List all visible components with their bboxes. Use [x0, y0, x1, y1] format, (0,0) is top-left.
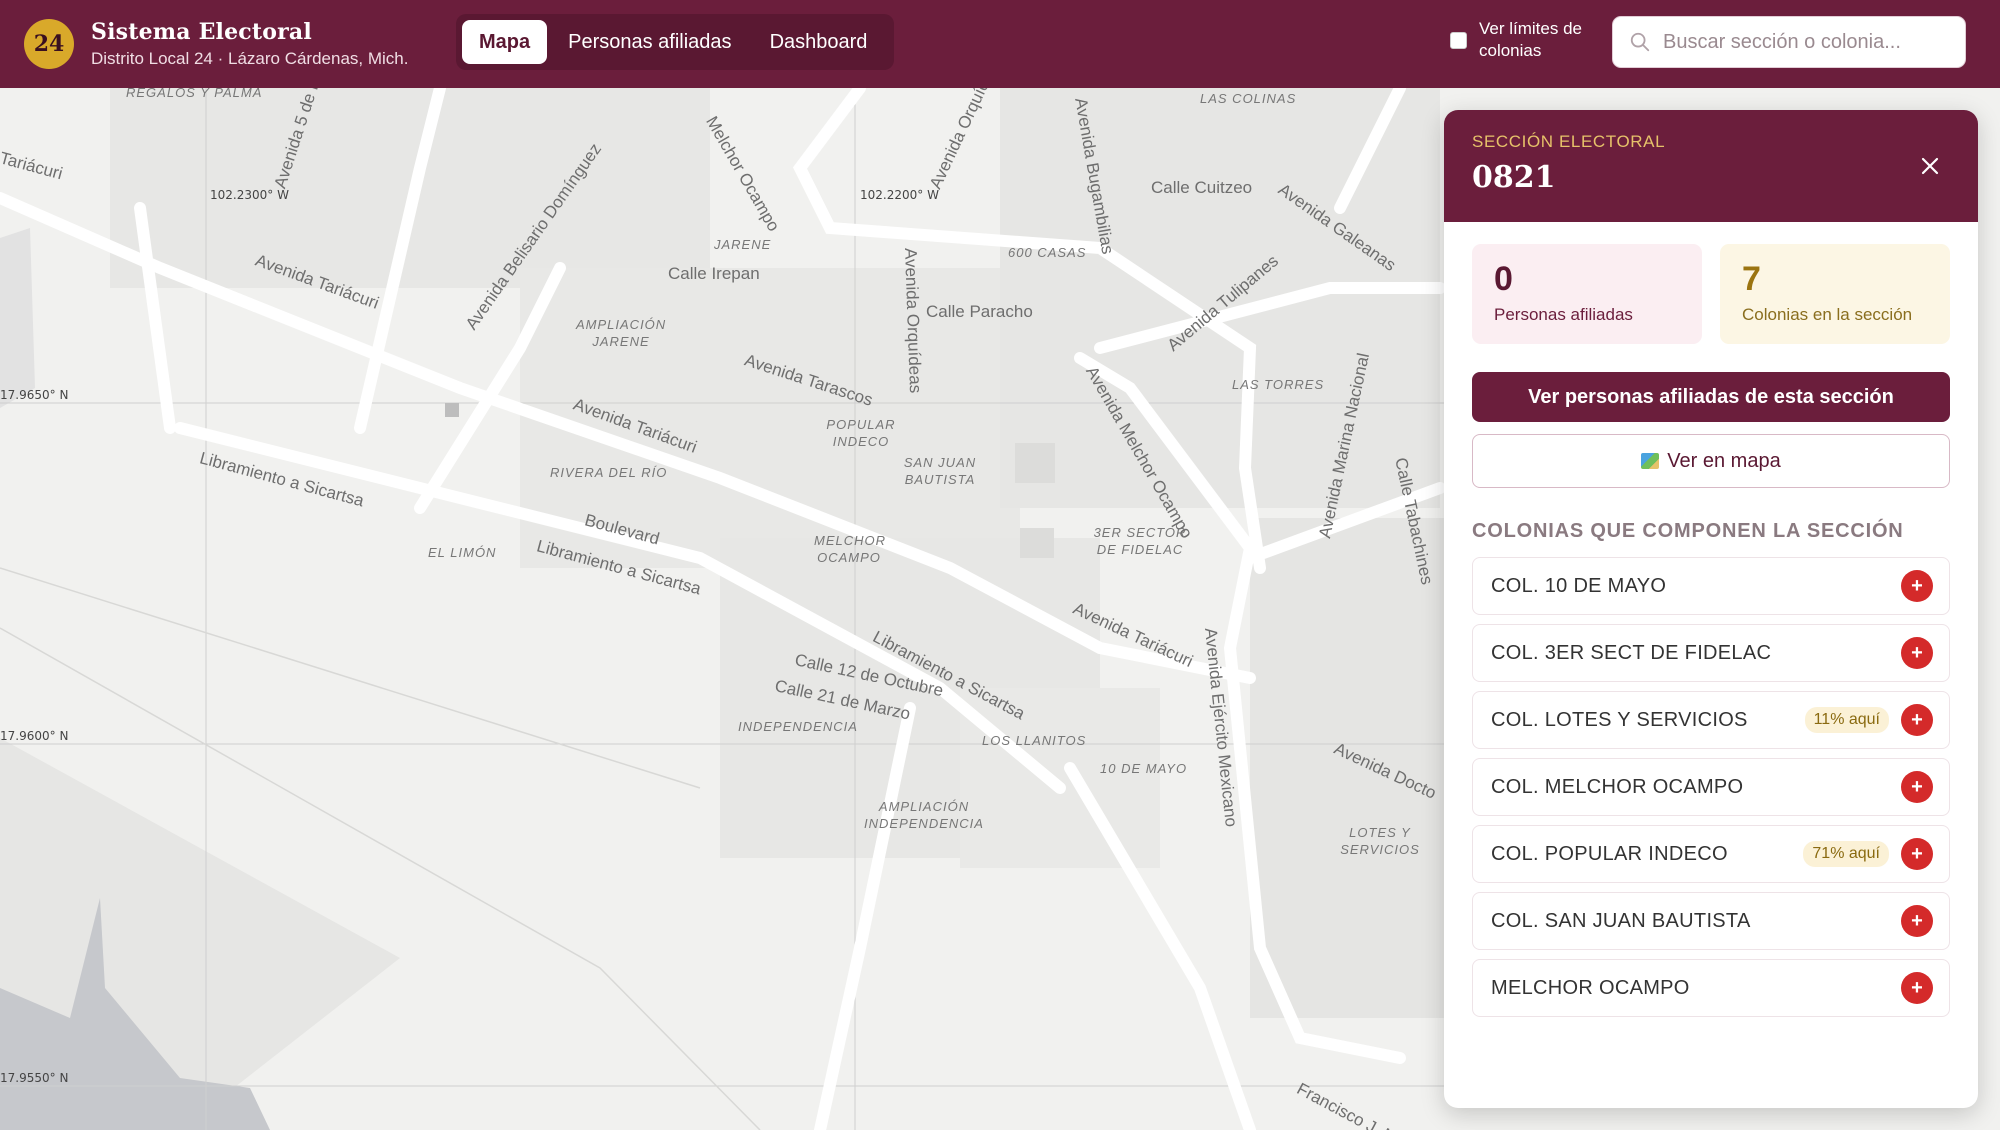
top-bar: 24 Sistema Electoral Distrito Local 24 ·…: [0, 0, 2000, 88]
add-colonia-button[interactable]: +: [1901, 972, 1933, 1004]
stat-affiliated-label: Personas afiliadas: [1494, 305, 1633, 324]
add-colonia-button[interactable]: +: [1901, 704, 1933, 736]
colony-limits-label: Ver límites de colonias: [1479, 18, 1582, 62]
street-label: Calle Paracho: [926, 302, 1033, 321]
add-colonia-button[interactable]: +: [1901, 637, 1933, 669]
colonia-name: COL. MELCHOR OCAMPO: [1491, 775, 1744, 798]
place-label: AMPLIACIÓN JARENE: [576, 317, 667, 349]
map-icon: [1641, 453, 1660, 469]
place-label: JARENE: [714, 237, 772, 252]
lat-label-2: 17.9600° N: [0, 729, 69, 743]
place-label: EL LIMÓN: [428, 545, 497, 560]
stat-colonias-value: 7: [1742, 260, 1761, 298]
tab-mapa[interactable]: Mapa: [462, 20, 548, 64]
place-label: LAS COLINAS: [1200, 91, 1297, 106]
district-badge: 24: [24, 19, 74, 69]
add-colonia-button[interactable]: +: [1901, 570, 1933, 602]
place-label: SAN JUAN BAUTISTA: [903, 455, 977, 487]
colony-limits-checkbox[interactable]: [1450, 31, 1467, 49]
colonia-item[interactable]: COL. 10 DE MAYO +: [1472, 557, 1950, 615]
street-label: Calle Cuitzeo: [1151, 178, 1253, 197]
colonia-item[interactable]: COL. POPULAR INDECO 71% aquí +: [1472, 825, 1950, 883]
panel-header: SECCIÓN ELECTORAL 0821: [1444, 110, 1978, 222]
search-icon: [1630, 32, 1650, 52]
colonia-name: COL. 10 DE MAYO: [1491, 574, 1667, 597]
colonias-list: COL. 10 DE MAYO + COL. 3ER SECT DE FIDEL…: [1472, 557, 1950, 1017]
colonia-name: MELCHOR OCAMPO: [1491, 976, 1690, 999]
colony-limits-label-line2: colonias: [1479, 41, 1542, 60]
colonia-name: COL. 3ER SECT DE FIDELAC: [1491, 641, 1772, 664]
colony-limits-toggle[interactable]: Ver límites de colonias: [1450, 18, 1582, 62]
place-label: LOTES Y SERVICIOS: [1340, 825, 1420, 857]
place-label: RIVERA DEL RÍO: [550, 465, 668, 480]
colonias-heading: COLONIAS QUE COMPONEN LA SECCIÓN: [1472, 520, 1904, 542]
panel-eyebrow: SECCIÓN ELECTORAL: [1472, 132, 1666, 151]
app-subtitle: Distrito Local 24 · Lázaro Cárdenas, Mic…: [91, 49, 409, 68]
colonia-item[interactable]: COL. MELCHOR OCAMPO +: [1472, 758, 1950, 816]
place-label: LAS TORRES: [1232, 377, 1325, 392]
colony-limits-label-line1: Ver límites de: [1479, 19, 1582, 38]
close-icon[interactable]: [1918, 154, 1942, 178]
tab-personas-afiliadas[interactable]: Personas afiliadas: [551, 20, 748, 64]
lat-label-3: 17.9550° N: [0, 1071, 69, 1085]
section-number: 0821: [1472, 160, 1556, 195]
lon-label-1: 102.2300° W: [210, 188, 289, 202]
colonia-item[interactable]: MELCHOR OCAMPO +: [1472, 959, 1950, 1017]
section-detail-panel: SECCIÓN ELECTORAL 0821 0 Personas afilia…: [1444, 110, 1978, 1108]
search-placeholder: Buscar sección o colonia...: [1663, 30, 1901, 53]
colonia-item[interactable]: COL. 3ER SECT DE FIDELAC +: [1472, 624, 1950, 682]
stat-affiliated: 0 Personas afiliadas: [1472, 244, 1702, 344]
stat-colonias-label: Colonias en la sección: [1742, 305, 1913, 324]
colonia-name: COL. SAN JUAN BAUTISTA: [1491, 909, 1751, 932]
place-label: MELCHOR OCAMPO: [814, 533, 887, 565]
add-colonia-button[interactable]: +: [1901, 838, 1933, 870]
add-colonia-button[interactable]: +: [1901, 771, 1933, 803]
lon-label-2: 102.2200° W: [860, 188, 939, 202]
place-label: REGALOS Y PALMA: [126, 88, 263, 100]
place-label: INDEPENDENCIA: [738, 719, 858, 734]
place-label: 600 CASAS: [1008, 245, 1087, 260]
colonia-item[interactable]: COL. SAN JUAN BAUTISTA +: [1472, 892, 1950, 950]
search-input[interactable]: Buscar sección o colonia...: [1612, 16, 1966, 68]
place-label: LOS LLANITOS: [982, 733, 1087, 748]
place-label: POPULAR INDECO: [826, 417, 896, 449]
view-on-map-label: Ver en mapa: [1667, 449, 1781, 472]
colonia-item[interactable]: COL. LOTES Y SERVICIOS 11% aquí +: [1472, 691, 1950, 749]
place-label: 10 DE MAYO: [1100, 761, 1188, 776]
lat-label-1: 17.9650° N: [0, 388, 69, 402]
stat-colonias: 7 Colonias en la sección: [1720, 244, 1950, 344]
share-badge: 71% aquí: [1803, 841, 1889, 867]
main-nav: Mapa Personas afiliadas Dashboard: [456, 14, 895, 70]
colonia-name: COL. LOTES Y SERVICIOS: [1491, 708, 1748, 731]
place-label: 3ER SECTOR DE FIDELAC: [1093, 525, 1187, 557]
share-badge: 11% aquí: [1804, 707, 1889, 733]
stats-row: 0 Personas afiliadas 7 Colonias en la se…: [1444, 222, 1978, 344]
street-label: Calle Irepan: [668, 264, 760, 283]
tab-dashboard[interactable]: Dashboard: [753, 20, 885, 64]
brand: Sistema Electoral Distrito Local 24 · Lá…: [91, 19, 408, 69]
colonia-name: COL. POPULAR INDECO: [1491, 842, 1728, 865]
view-on-map-button[interactable]: Ver en mapa: [1472, 434, 1950, 488]
stat-affiliated-value: 0: [1494, 260, 1513, 298]
place-label: AMPLIACIÓN INDEPENDENCIA: [864, 799, 984, 831]
app-title: Sistema Electoral: [91, 19, 312, 45]
view-affiliates-button[interactable]: Ver personas afiliadas de esta sección: [1472, 372, 1950, 422]
add-colonia-button[interactable]: +: [1901, 905, 1933, 937]
